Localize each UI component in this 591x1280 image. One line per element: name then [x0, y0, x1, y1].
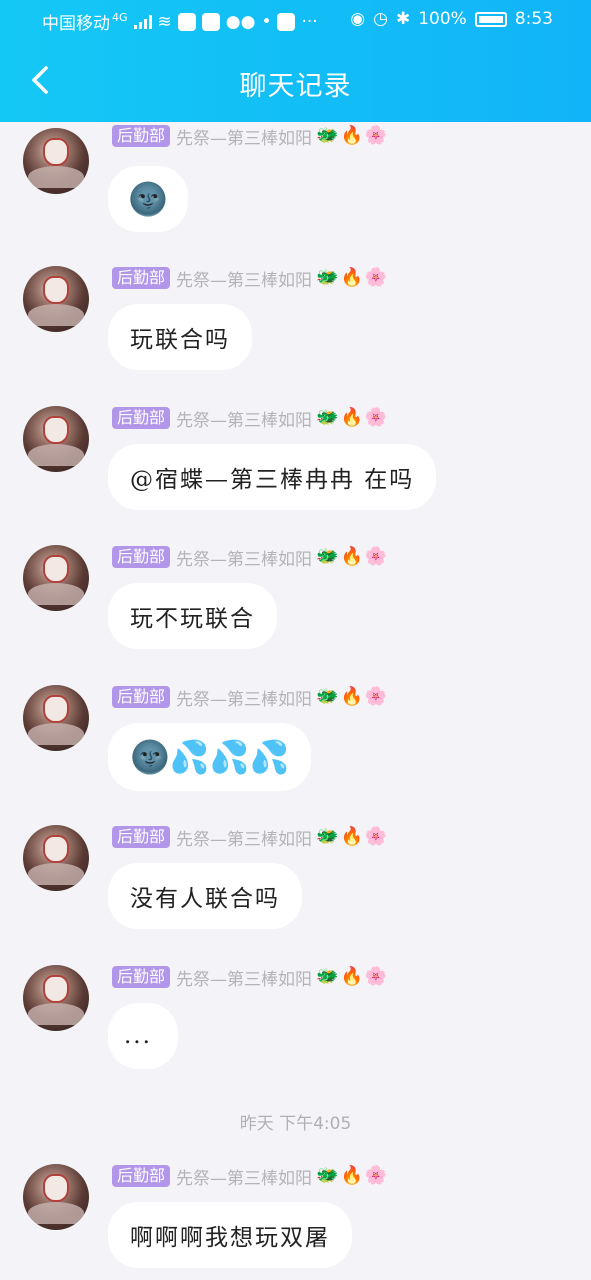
group-title-badge: 后勤部	[112, 125, 171, 147]
sender-meta: 后勤部 先祭—第三棒如阳 🐲 🔥 🌸	[112, 685, 389, 710]
avatar[interactable]	[23, 685, 89, 751]
flower-icon: 🌸	[364, 686, 388, 707]
signal-icon	[133, 14, 152, 29]
app-notification-icon	[277, 12, 296, 31]
sender-name[interactable]: 先祭—第三棒如阳	[176, 825, 312, 850]
dragon-icon: 🐲	[316, 686, 339, 707]
message-bubble[interactable]: 玩不玩联合	[108, 583, 277, 649]
clock: 8:53	[514, 9, 553, 29]
wechat-icon: ●●	[225, 11, 256, 32]
sender-name[interactable]: 先祭—第三棒如阳	[176, 124, 312, 149]
flower-icon: 🌸	[364, 826, 388, 847]
sender-meta: 后勤部 先祭—第三棒如阳 🐲 🔥 🌸	[112, 965, 389, 990]
status-bar: 中国移动 4G ≋ ●● • ··· ◉ ◷ ✱ 100% 8:53	[0, 0, 591, 40]
more-notifications-icon: ···	[301, 11, 318, 32]
sender-name[interactable]: 先祭—第三棒如阳	[176, 406, 312, 431]
group-title-badge: 后勤部	[112, 826, 171, 848]
page-title: 聊天记录	[239, 71, 352, 102]
sender-meta: 后勤部 先祭—第三棒如阳 🐲 🔥 🌸	[112, 266, 389, 291]
avatar[interactable]	[23, 1164, 89, 1230]
message-bubble[interactable]: 没有人联合吗	[108, 863, 302, 929]
flower-icon: 🌸	[364, 546, 388, 567]
eye-icon: ◉	[350, 9, 366, 29]
message-bubble[interactable]: 啊啊啊我想玩双屠	[108, 1202, 352, 1268]
sender-meta: 后勤部 先祭—第三棒如阳 🐲 🔥 🌸	[112, 1164, 389, 1189]
dragon-icon: 🐲	[316, 267, 339, 288]
sender-meta: 后勤部 先祭—第三棒如阳 🐲 🔥 🌸	[112, 825, 389, 850]
battery-percent: 100%	[418, 9, 467, 29]
flower-icon: 🌸	[364, 125, 388, 146]
message-bubble[interactable]: 🌚💦💦💦	[108, 723, 312, 791]
message-bubble[interactable]: 玩联合吗	[108, 304, 252, 370]
carrier-label: 中国移动	[42, 14, 110, 34]
flower-icon: 🌸	[364, 966, 388, 987]
group-title-badge: 后勤部	[112, 546, 171, 568]
group-title-badge: 后勤部	[112, 686, 171, 708]
avatar[interactable]	[23, 965, 89, 1031]
flower-icon: 🌸	[364, 1165, 388, 1186]
fire-icon: 🔥	[340, 1165, 363, 1186]
message-bubble[interactable]: @宿蝶—第三棒冉冉 在吗	[108, 444, 437, 510]
avatar[interactable]	[23, 406, 89, 472]
avatar[interactable]	[23, 128, 89, 194]
dragon-icon: 🐲	[316, 826, 339, 847]
sender-meta: 后勤部 先祭—第三棒如阳 🐲 🔥 🌸	[112, 545, 389, 570]
chat-timestamp: 昨天 下午4:05	[239, 1114, 352, 1134]
fire-icon: 🔥	[340, 125, 363, 146]
fire-icon: 🔥	[340, 826, 363, 847]
sender-meta: 后勤部 先祭—第三棒如阳 🐲 🔥 🌸	[112, 124, 389, 149]
sender-name[interactable]: 先祭—第三棒如阳	[176, 1164, 312, 1189]
message-bubble[interactable]: 🌚	[108, 166, 188, 232]
sender-meta: 后勤部 先祭—第三棒如阳 🐲 🔥 🌸	[112, 406, 389, 431]
dragon-icon: 🐲	[316, 546, 339, 567]
flower-icon: 🌸	[364, 407, 388, 428]
bulb-icon: •	[261, 11, 272, 32]
dragon-icon: 🐲	[316, 1165, 339, 1186]
avatar[interactable]	[23, 545, 89, 611]
group-title-badge: 后勤部	[112, 1165, 171, 1187]
group-title-badge: 后勤部	[112, 407, 171, 429]
app-notification-icon	[177, 12, 196, 31]
wifi-icon: ≋	[157, 11, 172, 32]
fire-icon: 🔥	[340, 966, 363, 987]
title-bar: 聊天记录	[0, 44, 591, 118]
fire-icon: 🔥	[340, 407, 363, 428]
dragon-icon: 🐲	[316, 407, 339, 428]
sender-name[interactable]: 先祭—第三棒如阳	[176, 685, 312, 710]
sender-name[interactable]: 先祭—第三棒如阳	[176, 266, 312, 291]
battery-icon	[474, 11, 507, 27]
avatar[interactable]	[23, 825, 89, 891]
sender-name[interactable]: 先祭—第三棒如阳	[176, 545, 312, 570]
group-title-badge: 后勤部	[112, 267, 171, 289]
message-bubble[interactable]: ...	[108, 1003, 178, 1069]
app-notification-icon	[201, 12, 220, 31]
fire-icon: 🔥	[340, 546, 363, 567]
fire-icon: 🔥	[340, 267, 363, 288]
network-type: 4G	[112, 11, 128, 24]
bluetooth-icon: ✱	[395, 9, 411, 29]
sender-name[interactable]: 先祭—第三棒如阳	[176, 965, 312, 990]
group-title-badge: 后勤部	[112, 966, 171, 988]
flower-icon: 🌸	[364, 267, 388, 288]
fire-icon: 🔥	[340, 686, 363, 707]
dragon-icon: 🐲	[316, 966, 339, 987]
avatar[interactable]	[23, 266, 89, 332]
dragon-icon: 🐲	[316, 125, 339, 146]
app-header: 中国移动 4G ≋ ●● • ··· ◉ ◷ ✱ 100% 8:53 聊天记录	[0, 0, 591, 122]
alarm-icon: ◷	[373, 9, 388, 29]
